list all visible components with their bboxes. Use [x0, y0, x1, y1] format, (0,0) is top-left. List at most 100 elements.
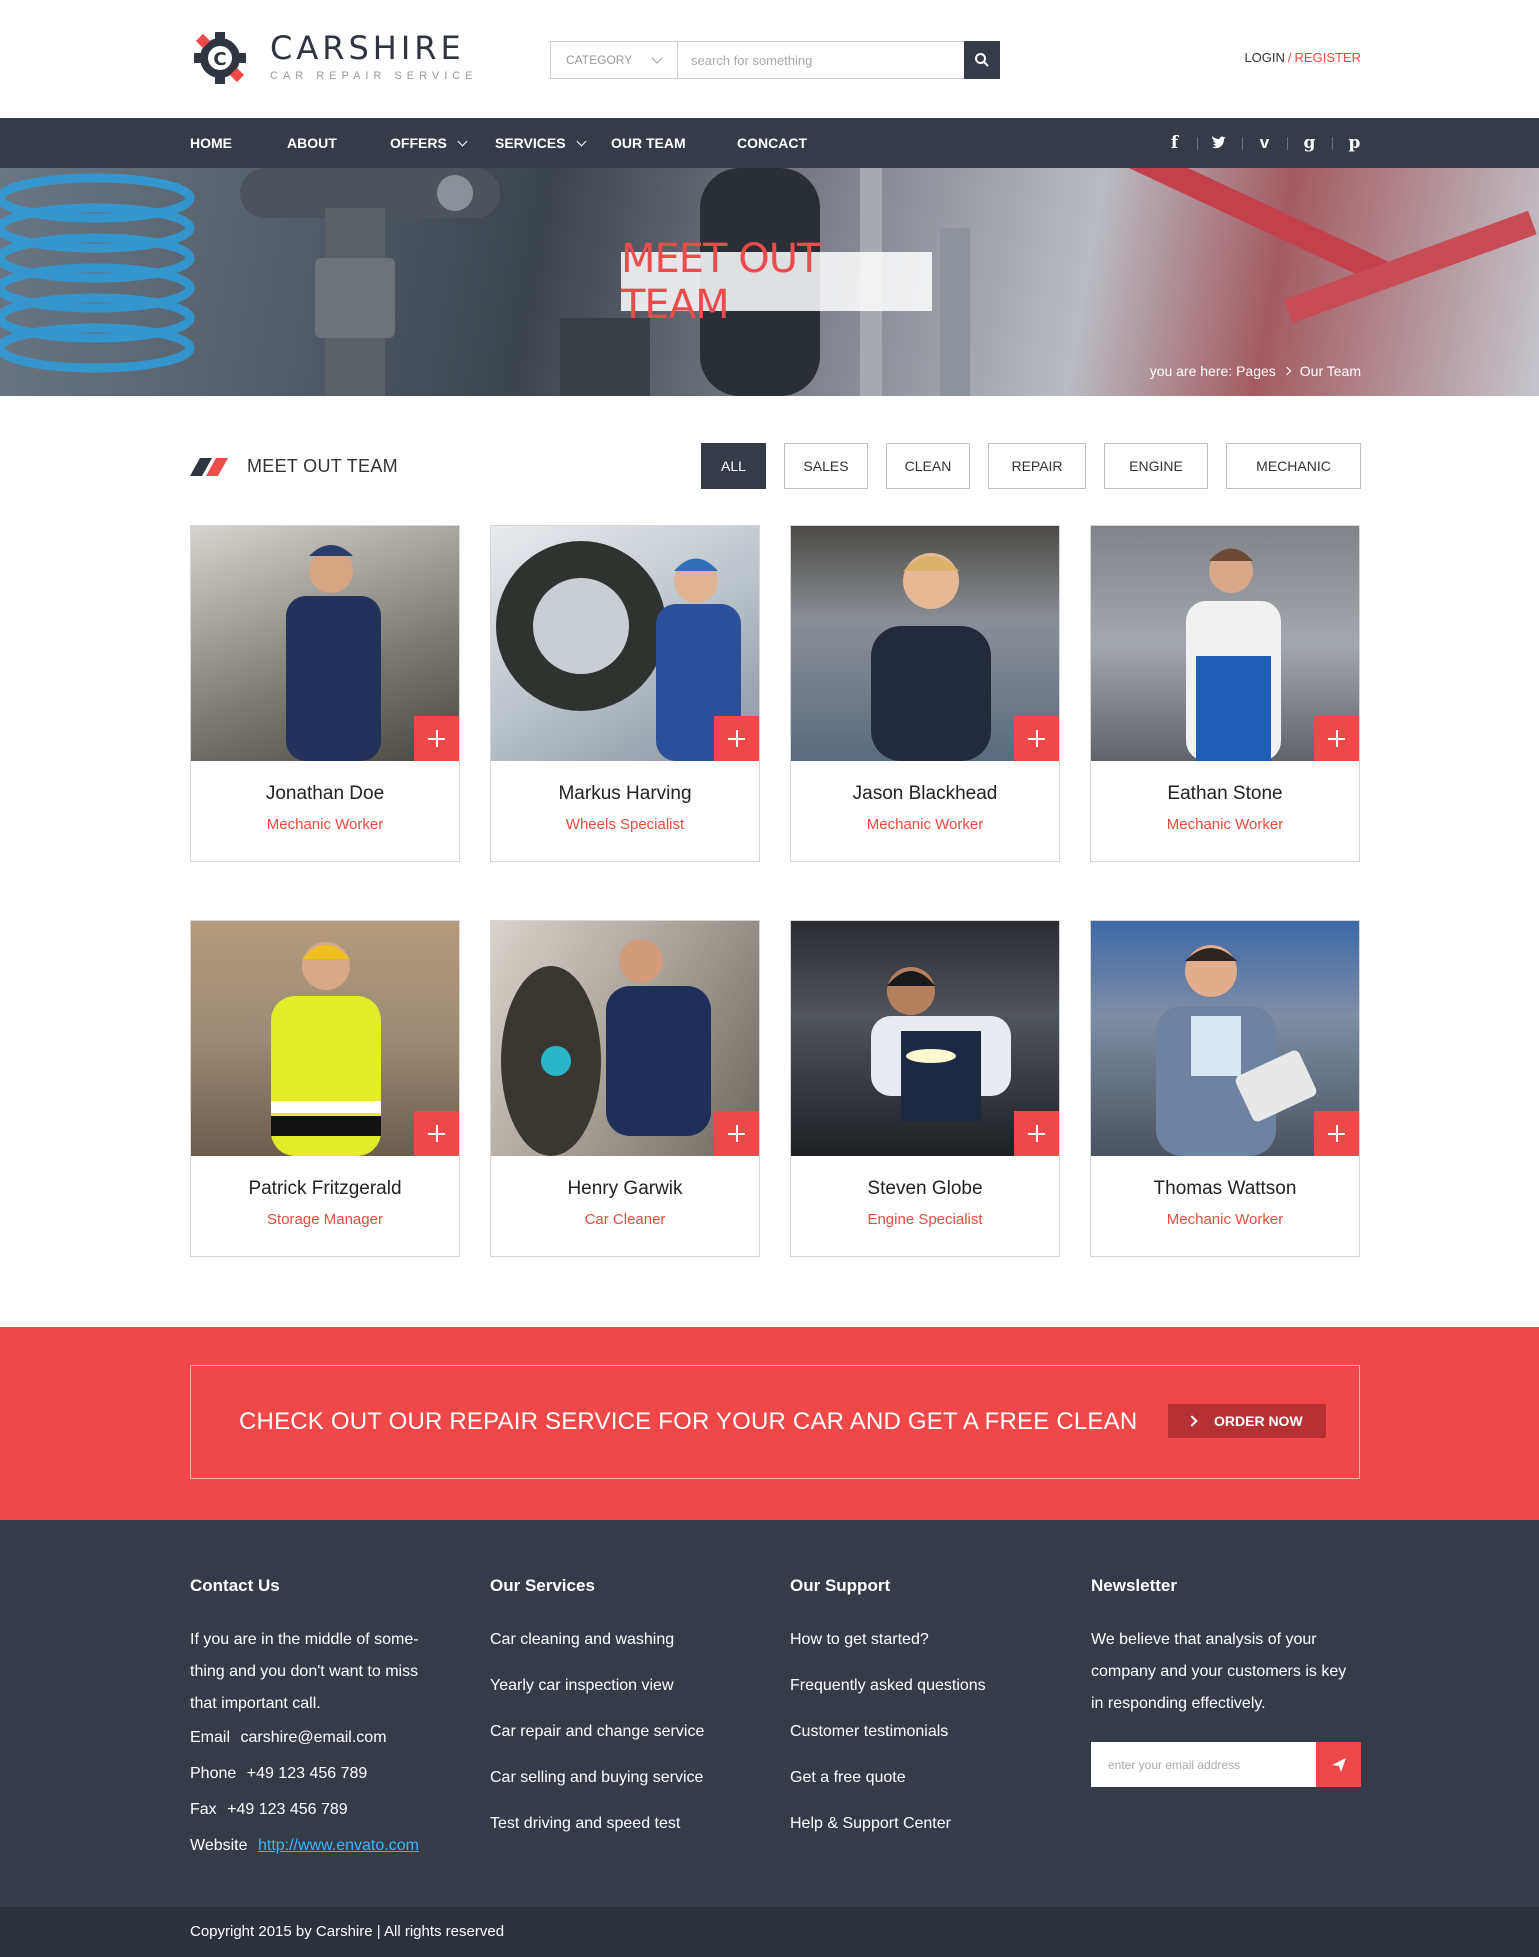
contact-email: Email carshire@email.com: [190, 1729, 387, 1746]
footer-link[interactable]: Car repair and change service: [490, 1709, 750, 1755]
member-photo: [1091, 526, 1359, 761]
footer-link[interactable]: Get a free quote: [790, 1755, 1050, 1801]
website-link[interactable]: http://www.envato.com: [258, 1837, 419, 1854]
member-role: Mechanic Worker: [1166, 1211, 1284, 1228]
logo-name: CARSHIRE: [270, 29, 465, 67]
team-card[interactable]: Jason Blackhead Mechanic Worker: [790, 525, 1060, 862]
footer-support: Our Support How to get started? Frequent…: [790, 1576, 1050, 1847]
login-link[interactable]: LOGIN: [1244, 50, 1284, 65]
plus-icon[interactable]: [714, 716, 759, 761]
site-header: C CARSHIRE CAR REPAIR SERVICE CATEGORY L…: [0, 0, 1539, 118]
footer-heading: Our Services: [490, 1576, 595, 1595]
team-card[interactable]: Jonathan Doe Mechanic Worker: [190, 525, 460, 862]
footer-link[interactable]: Frequently asked questions: [790, 1663, 1050, 1709]
member-photo: [1091, 921, 1359, 1156]
register-link[interactable]: REGISTER: [1295, 50, 1361, 65]
filter-all[interactable]: ALL: [701, 443, 766, 489]
nav-item-home[interactable]: HOME: [190, 135, 232, 151]
search-icon: [975, 53, 989, 67]
plus-icon[interactable]: [1314, 716, 1359, 761]
contact-phone: Phone +49 123 456 789: [190, 1765, 368, 1782]
banner-title-box: MEET OUT TEAM: [621, 236, 932, 328]
filter-mechanic[interactable]: MECHANIC: [1226, 443, 1361, 489]
member-role: Mechanic Worker: [266, 816, 384, 833]
footer-heading: Newsletter: [1091, 1576, 1177, 1595]
contact-fax: Fax +49 123 456 789: [190, 1801, 348, 1818]
team-card[interactable]: Patrick Fritzgerald Storage Manager: [190, 920, 460, 1257]
footer-link[interactable]: Test driving and speed test: [490, 1801, 750, 1847]
page-banner: MEET OUT TEAM you are here: Pages Our Te…: [0, 168, 1539, 396]
category-select[interactable]: CATEGORY: [551, 42, 678, 78]
plus-icon[interactable]: [1014, 1111, 1059, 1156]
page: C CARSHIRE CAR REPAIR SERVICE CATEGORY L…: [0, 0, 1539, 1957]
team-card[interactable]: Henry Garwik Car Cleaner: [490, 920, 760, 1257]
paper-plane-icon: [1331, 1757, 1346, 1772]
team-section-header: MEET OUT TEAM ALL SALES CLEAN REPAIR ENG…: [190, 443, 1361, 490]
member-name: Steven Globe: [867, 1178, 983, 1199]
newsletter-email-input[interactable]: [1091, 1742, 1316, 1787]
search-input[interactable]: [678, 42, 964, 78]
vimeo-icon[interactable]: v: [1242, 118, 1287, 168]
filter-repair[interactable]: REPAIR: [988, 443, 1086, 489]
member-role: Car Cleaner: [584, 1211, 666, 1228]
auth-links: LOGIN / REGISTER: [1244, 50, 1361, 65]
footer-link[interactable]: Car selling and buying service: [490, 1755, 750, 1801]
member-photo: [491, 526, 759, 761]
newsletter-submit-button[interactable]: [1316, 1742, 1361, 1787]
site-footer: Contact Us If you are in the middle of s…: [0, 1520, 1539, 1907]
twitter-icon[interactable]: [1197, 118, 1242, 168]
team-card[interactable]: Markus Harving Wheels Specialist: [490, 525, 760, 862]
pinterest-icon[interactable]: p: [1332, 118, 1377, 168]
google-plus-icon[interactable]: g: [1287, 118, 1332, 168]
footer-link[interactable]: Customer testimonials: [790, 1709, 1050, 1755]
logo-tagline: CAR REPAIR SERVICE: [270, 70, 478, 82]
nav-item-about[interactable]: ABOUT: [287, 135, 337, 151]
footer-heading: Contact Us: [190, 1576, 280, 1595]
filter-sales[interactable]: SALES: [784, 443, 868, 489]
order-now-button[interactable]: ORDER NOW: [1168, 1404, 1326, 1438]
plus-icon[interactable]: [1314, 1111, 1359, 1156]
nav-item-offers[interactable]: OFFERS: [390, 135, 468, 151]
team-card[interactable]: Eathan Stone Mechanic Worker: [1090, 525, 1360, 862]
facebook-icon[interactable]: f: [1152, 118, 1197, 168]
member-photo: [791, 526, 1059, 761]
filter-engine[interactable]: ENGINE: [1104, 443, 1208, 489]
logo[interactable]: C CARSHIRE CAR REPAIR SERVICE: [190, 28, 478, 86]
double-slash-icon: [190, 458, 228, 476]
plus-icon[interactable]: [1014, 716, 1059, 761]
nav-item-our-team[interactable]: OUR TEAM: [611, 135, 686, 151]
footer-heading: Our Support: [790, 1576, 891, 1595]
footer-link[interactable]: Car cleaning and washing: [490, 1617, 750, 1663]
chevron-down-icon: [651, 52, 663, 64]
nav-item-contact[interactable]: CONCACT: [737, 135, 807, 151]
svg-text:C: C: [213, 49, 226, 70]
chevron-right-icon: [1282, 366, 1292, 376]
team-card[interactable]: Thomas Wattson Mechanic Worker: [1090, 920, 1360, 1257]
team-filters: ALL SALES CLEAN REPAIR ENGINE MECHANIC: [683, 443, 1361, 489]
member-role: Wheels Specialist: [565, 816, 685, 833]
breadcrumb: you are here: Pages Our Team: [1150, 363, 1361, 379]
footer-link[interactable]: How to get started?: [790, 1617, 1050, 1663]
filter-clean[interactable]: CLEAN: [886, 443, 970, 489]
footer-bottom-bar: Copyright 2015 by Carshire | All rights …: [0, 1907, 1539, 1957]
member-photo: [191, 921, 459, 1156]
chevron-right-icon: [1186, 1415, 1198, 1427]
plus-icon[interactable]: [414, 1111, 459, 1156]
chevron-down-icon: [576, 136, 586, 146]
breadcrumb-pages[interactable]: you are here: Pages: [1150, 363, 1276, 379]
plus-icon[interactable]: [714, 1111, 759, 1156]
gear-logo-icon: C: [190, 28, 248, 86]
footer-services: Our Services Car cleaning and washing Ye…: [490, 1576, 750, 1847]
footer-newsletter: Newsletter We believe that analysis of y…: [1091, 1576, 1371, 1720]
search-button[interactable]: [964, 41, 1000, 79]
member-name: Patrick Fritzgerald: [248, 1178, 402, 1199]
plus-icon[interactable]: [414, 716, 459, 761]
footer-link[interactable]: Yearly car inspection view: [490, 1663, 750, 1709]
member-role: Mechanic Worker: [866, 816, 984, 833]
nav-item-services[interactable]: SERVICES: [495, 135, 586, 151]
member-name: Jonathan Doe: [265, 783, 385, 804]
promo-box: CHECK OUT OUR REPAIR SERVICE FOR YOUR CA…: [190, 1365, 1360, 1479]
footer-link[interactable]: Help & Support Center: [790, 1801, 1050, 1847]
page-title: MEET OUT TEAM: [621, 235, 821, 328]
team-card[interactable]: Steven Globe Engine Specialist: [790, 920, 1060, 1257]
